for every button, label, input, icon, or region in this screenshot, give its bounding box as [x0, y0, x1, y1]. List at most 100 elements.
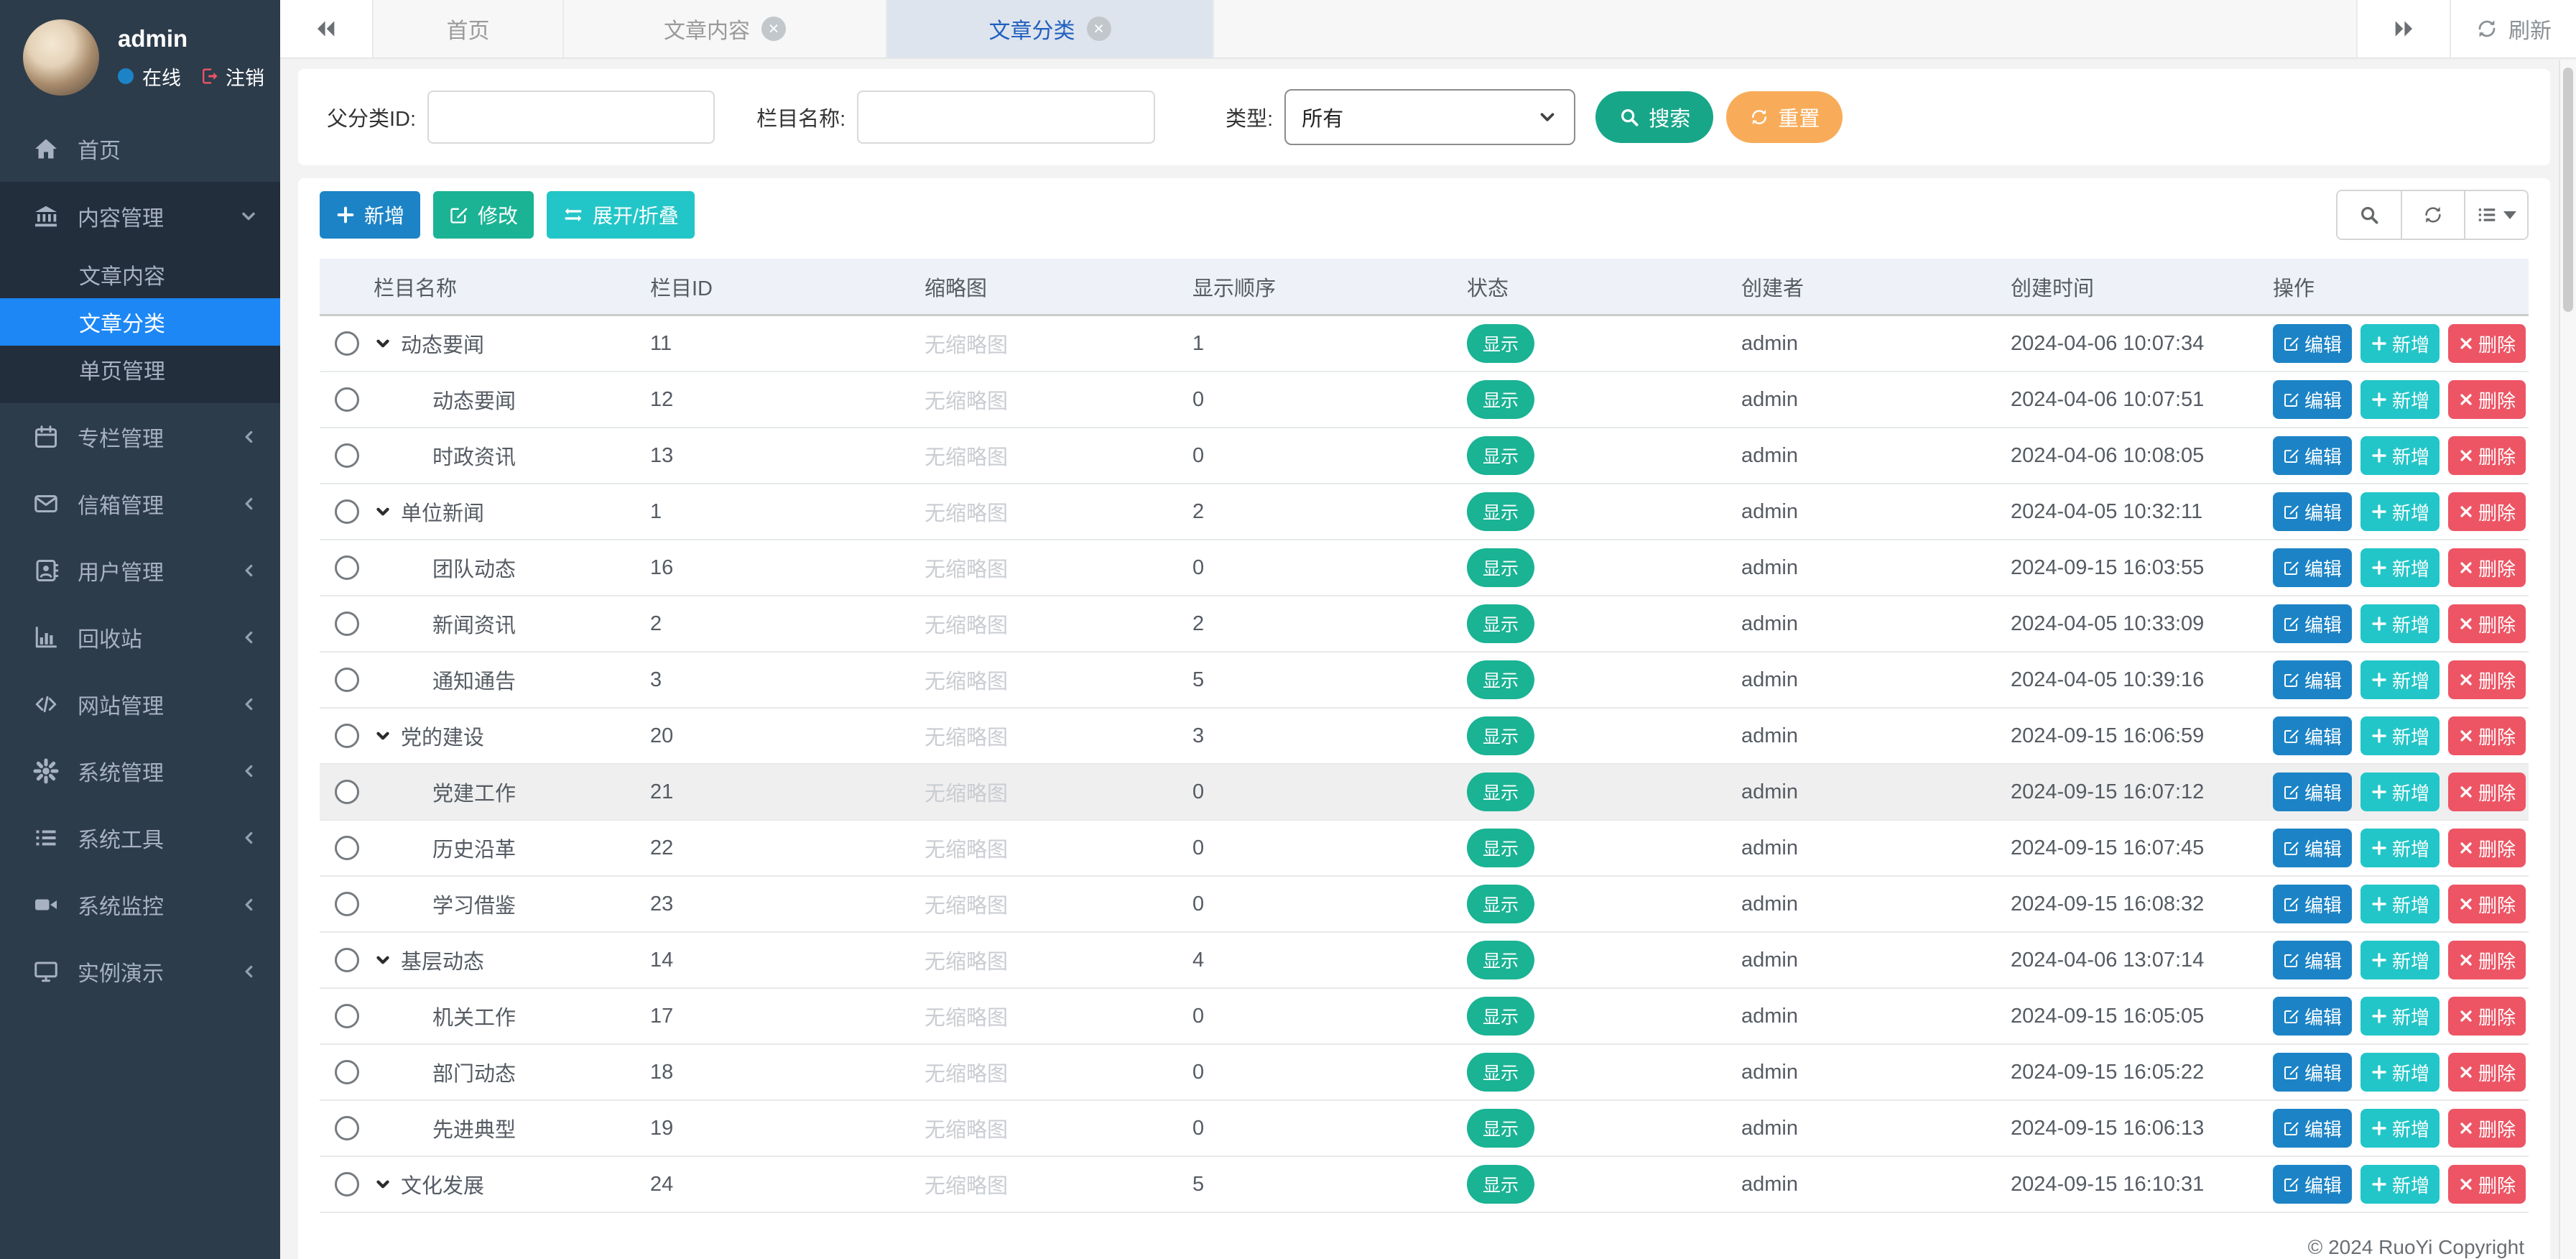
row-radio[interactable] [335, 668, 359, 692]
row-delete-button[interactable]: 删除 [2448, 1165, 2526, 1204]
category-name-input[interactable] [857, 91, 1155, 144]
tabs-scroll-left-button[interactable] [280, 0, 374, 57]
row-delete-button[interactable]: 删除 [2448, 548, 2526, 587]
sidebar-item-内容管理[interactable]: 内容管理 [0, 182, 280, 251]
search-button[interactable]: 搜索 [1595, 91, 1713, 143]
row-delete-button[interactable]: 删除 [2448, 436, 2526, 475]
row-add-button[interactable]: 新增 [2360, 885, 2440, 923]
row-radio[interactable] [335, 387, 359, 412]
row-radio[interactable] [335, 948, 359, 972]
parent-id-input[interactable] [427, 91, 715, 144]
row-radio[interactable] [335, 836, 359, 860]
tree-collapse-icon[interactable] [374, 727, 392, 745]
row-delete-button[interactable]: 删除 [2448, 1109, 2526, 1148]
row-add-button[interactable]: 新增 [2360, 997, 2440, 1036]
scrollbar-thumb[interactable] [2563, 68, 2573, 312]
table-row[interactable]: 党建工作21无缩略图0显示admin2024-09-15 16:07:12编辑新… [320, 765, 2529, 821]
row-radio[interactable] [335, 1116, 359, 1140]
table-row[interactable]: 机关工作17无缩略图0显示admin2024-09-15 16:05:05编辑新… [320, 989, 2529, 1045]
row-edit-button[interactable]: 编辑 [2273, 1053, 2352, 1092]
table-row[interactable]: 文化发展24无缩略图5显示admin2024-09-15 16:10:31编辑新… [320, 1157, 2529, 1213]
row-edit-button[interactable]: 编辑 [2273, 885, 2352, 923]
row-radio[interactable] [335, 443, 359, 468]
row-add-button[interactable]: 新增 [2360, 548, 2440, 587]
table-row[interactable]: 动态要闻11无缩略图1显示admin2024-04-06 10:07:34编辑新… [320, 316, 2529, 372]
table-row[interactable]: 动态要闻12无缩略图0显示admin2024-04-06 10:07:51编辑新… [320, 372, 2529, 428]
row-edit-button[interactable]: 编辑 [2273, 436, 2352, 475]
tab-文章内容[interactable]: 文章内容× [564, 0, 887, 57]
expand-collapse-button[interactable]: 展开/折叠 [547, 191, 695, 239]
table-row[interactable]: 部门动态18无缩略图0显示admin2024-09-15 16:05:22编辑新… [320, 1045, 2529, 1101]
row-radio[interactable] [335, 724, 359, 748]
row-radio[interactable] [335, 612, 359, 636]
sidebar-item-实例演示[interactable]: 实例演示 [0, 938, 280, 1005]
row-radio[interactable] [335, 892, 359, 916]
row-add-button[interactable]: 新增 [2360, 1109, 2440, 1148]
row-edit-button[interactable]: 编辑 [2273, 380, 2352, 419]
sidebar-item-回收站[interactable]: 回收站 [0, 604, 280, 670]
row-delete-button[interactable]: 删除 [2448, 941, 2526, 979]
row-delete-button[interactable]: 删除 [2448, 716, 2526, 755]
table-row[interactable]: 时政资讯13无缩略图0显示admin2024-04-06 10:08:05编辑新… [320, 428, 2529, 484]
row-edit-button[interactable]: 编辑 [2273, 773, 2352, 811]
sidebar-subitem-单页管理[interactable]: 单页管理 [0, 346, 280, 393]
row-edit-button[interactable]: 编辑 [2273, 997, 2352, 1036]
table-row[interactable]: 先进典型19无缩略图0显示admin2024-09-15 16:06:13编辑新… [320, 1101, 2529, 1157]
table-row[interactable]: 通知通告3无缩略图5显示admin2024-04-05 10:39:16编辑新增… [320, 652, 2529, 709]
table-row[interactable]: 党的建设20无缩略图3显示admin2024-09-15 16:06:59编辑新… [320, 709, 2529, 765]
row-add-button[interactable]: 新增 [2360, 773, 2440, 811]
row-edit-button[interactable]: 编辑 [2273, 660, 2352, 699]
row-edit-button[interactable]: 编辑 [2273, 604, 2352, 643]
sidebar-item-信箱管理[interactable]: 信箱管理 [0, 470, 280, 537]
row-add-button[interactable]: 新增 [2360, 324, 2440, 363]
sidebar-item-系统工具[interactable]: 系统工具 [0, 804, 280, 871]
reset-button[interactable]: 重置 [1726, 91, 1843, 143]
row-delete-button[interactable]: 删除 [2448, 1053, 2526, 1092]
avatar[interactable] [23, 19, 99, 96]
table-row[interactable]: 历史沿革22无缩略图0显示admin2024-09-15 16:07:45编辑新… [320, 821, 2529, 877]
row-radio[interactable] [335, 555, 359, 580]
add-button[interactable]: 新增 [320, 191, 420, 239]
row-delete-button[interactable]: 删除 [2448, 885, 2526, 923]
row-delete-button[interactable]: 删除 [2448, 604, 2526, 643]
row-edit-button[interactable]: 编辑 [2273, 716, 2352, 755]
row-add-button[interactable]: 新增 [2360, 1165, 2440, 1204]
tree-collapse-icon[interactable] [374, 951, 392, 969]
row-add-button[interactable]: 新增 [2360, 829, 2440, 867]
row-edit-button[interactable]: 编辑 [2273, 1109, 2352, 1148]
modify-button[interactable]: 修改 [433, 191, 534, 239]
vertical-scrollbar[interactable] [2559, 60, 2576, 1259]
table-row[interactable]: 单位新闻1无缩略图2显示admin2024-04-05 10:32:11编辑新增… [320, 484, 2529, 540]
row-radio[interactable] [335, 499, 359, 524]
row-add-button[interactable]: 新增 [2360, 380, 2440, 419]
sidebar-item-系统管理[interactable]: 系统管理 [0, 737, 280, 804]
table-row[interactable]: 学习借鉴23无缩略图0显示admin2024-09-15 16:08:32编辑新… [320, 877, 2529, 933]
row-add-button[interactable]: 新增 [2360, 492, 2440, 531]
row-edit-button[interactable]: 编辑 [2273, 1165, 2352, 1204]
sidebar-item-用户管理[interactable]: 用户管理 [0, 537, 280, 604]
table-row[interactable]: 新闻资讯2无缩略图2显示admin2024-04-05 10:33:09编辑新增… [320, 596, 2529, 652]
sidebar-item-系统监控[interactable]: 系统监控 [0, 871, 280, 938]
row-edit-button[interactable]: 编辑 [2273, 324, 2352, 363]
logout-link[interactable]: 注销 [200, 63, 264, 91]
row-edit-button[interactable]: 编辑 [2273, 941, 2352, 979]
tab-文章分类[interactable]: 文章分类× [887, 0, 1214, 57]
row-radio[interactable] [335, 1060, 359, 1084]
row-add-button[interactable]: 新增 [2360, 436, 2440, 475]
tab-close-icon[interactable]: × [1087, 17, 1111, 41]
type-select[interactable]: 所有 [1284, 89, 1575, 145]
sidebar-item-网站管理[interactable]: 网站管理 [0, 670, 280, 737]
sidebar-item-首页[interactable]: 首页 [0, 115, 280, 182]
sidebar-subitem-文章分类[interactable]: 文章分类 [0, 298, 280, 346]
tab-close-icon[interactable]: × [761, 17, 786, 41]
tree-collapse-icon[interactable] [374, 1175, 392, 1194]
row-add-button[interactable]: 新增 [2360, 604, 2440, 643]
table-row[interactable]: 团队动态16无缩略图0显示admin2024-09-15 16:03:55编辑新… [320, 540, 2529, 596]
row-add-button[interactable]: 新增 [2360, 1053, 2440, 1092]
row-delete-button[interactable]: 删除 [2448, 660, 2526, 699]
row-add-button[interactable]: 新增 [2360, 716, 2440, 755]
row-delete-button[interactable]: 删除 [2448, 829, 2526, 867]
row-edit-button[interactable]: 编辑 [2273, 548, 2352, 587]
row-edit-button[interactable]: 编辑 [2273, 492, 2352, 531]
row-radio[interactable] [335, 331, 359, 356]
